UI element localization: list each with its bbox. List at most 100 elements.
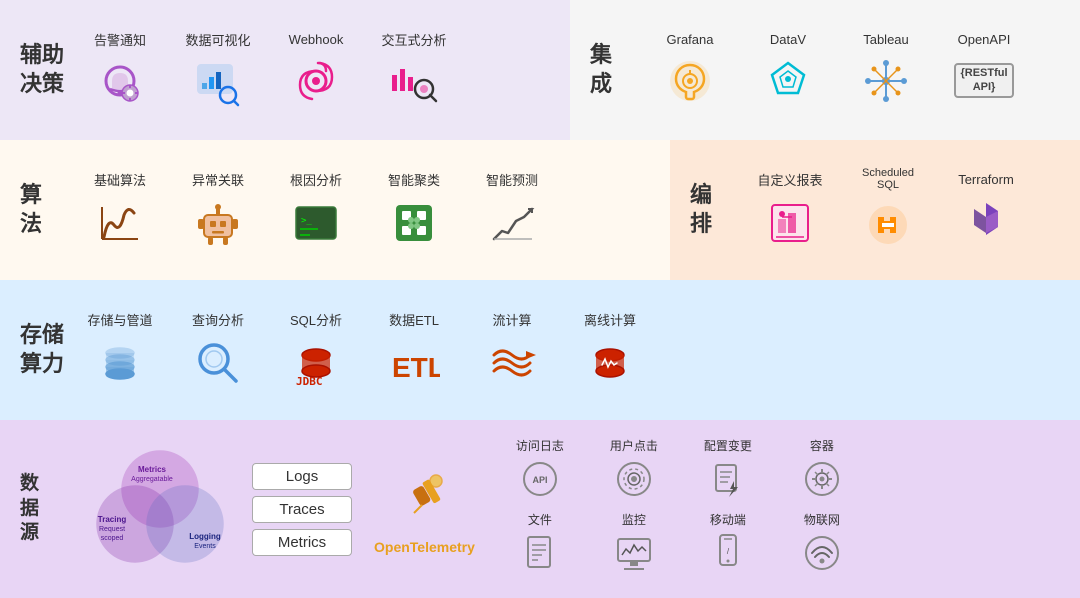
terraform-icon	[958, 193, 1014, 249]
offline-icon	[582, 335, 638, 391]
items-row-storage: 存储与管道 查询分析	[80, 310, 1060, 391]
item-tableau: Tableau	[846, 32, 926, 109]
section-title-integration: 集成	[590, 41, 640, 98]
terminal-icon: >_	[288, 195, 344, 251]
item-label-grafana: Grafana	[667, 32, 714, 47]
item-base-algo: 基础算法	[80, 170, 160, 251]
item-query-analysis: 查询分析	[178, 310, 258, 391]
item-label-stream-compute: 流计算	[492, 310, 531, 329]
mobile-icon: /	[706, 531, 750, 575]
item-label-alarm: 告警通知	[94, 30, 146, 49]
section-title-auxiliary: 辅助决策	[20, 41, 70, 98]
scheduled-sql-icon	[860, 197, 916, 253]
storage-icon	[92, 335, 148, 391]
item-anomaly: 异常关联	[178, 170, 258, 251]
item-alarm: 告警通知	[80, 30, 160, 111]
item-storage-pipeline: 存储与管道	[80, 310, 160, 391]
item-sql-analysis: SQL分析 JDBC	[276, 310, 356, 391]
svg-text:>_: >_	[301, 216, 312, 226]
observability-boxes: Logs Traces Metrics	[252, 463, 352, 556]
svg-text:/: /	[727, 547, 730, 556]
otel-icon	[394, 463, 454, 535]
search-analysis-icon	[190, 335, 246, 391]
bell-gear-icon	[92, 55, 148, 111]
tableau-icon	[858, 53, 914, 109]
main-grid: 辅助决策 告警通知	[0, 0, 1080, 598]
traces-box: Traces	[252, 496, 352, 523]
ds-item-monitor: 监控	[589, 511, 679, 581]
item-label-custom-report: 自定义报表	[757, 170, 822, 189]
items-row-algorithm: 基础算法 异常关联	[80, 170, 650, 251]
svg-text:scoped: scoped	[101, 535, 124, 542]
svg-text:Metrics: Metrics	[138, 465, 167, 474]
item-label-base-algo: 基础算法	[94, 170, 146, 189]
file-icon	[518, 531, 562, 575]
item-data-etl: 数据ETL ETL	[374, 310, 454, 391]
monitor-icon	[612, 531, 656, 575]
webhook-icon	[288, 53, 344, 109]
opentelemetry-block: OpenTelemetry	[374, 463, 475, 555]
item-visualization: 数据可视化	[178, 30, 258, 111]
svg-text:Aggregatable: Aggregatable	[131, 476, 173, 483]
ds-item-mobile: 移动端 /	[683, 511, 773, 581]
item-label-datav: DataV	[770, 32, 806, 47]
svg-text:API: API	[532, 475, 547, 485]
row1: 辅助决策 告警通知	[0, 0, 1080, 140]
items-row-auxiliary: 告警通知	[80, 30, 550, 111]
item-label-tableau: Tableau	[863, 32, 909, 47]
item-prediction: 智能预测	[472, 170, 552, 251]
item-custom-report: 自定义报表	[750, 170, 830, 251]
item-webhook: Webhook	[276, 32, 356, 109]
item-label-query-analysis: 查询分析	[192, 310, 244, 329]
ds-label-user-click: 用户点击	[610, 437, 658, 454]
item-label-root-cause: 根因分析	[290, 170, 342, 189]
item-terraform: Terraform	[946, 172, 1026, 249]
svg-text:Logging: Logging	[189, 532, 221, 541]
datav-icon	[760, 53, 816, 109]
metrics-box: Metrics	[252, 529, 352, 556]
item-scheduled-sql: ScheduledSQL	[848, 167, 928, 253]
item-root-cause: 根因分析 >_	[276, 170, 356, 251]
robot-icon	[190, 195, 246, 251]
user-click-icon	[612, 457, 656, 501]
etl-icon: ETL	[386, 335, 442, 391]
svg-text:ETL: ETL	[392, 352, 440, 383]
section-datasource: 数据源 Metrics Aggregatable Tracing Request…	[0, 420, 1080, 598]
jdbc-icon: JDBC	[288, 335, 344, 391]
ds-item-iot: 物联网	[777, 511, 867, 581]
svg-text:Request: Request	[99, 526, 125, 533]
ds-item-user-click: 用户点击	[589, 437, 679, 507]
openapi-icon: {RESTfulAPI}	[956, 53, 1012, 109]
item-label-storage-pipeline: 存储与管道	[87, 310, 152, 329]
custom-report-icon	[762, 195, 818, 251]
analytics-search-icon	[386, 55, 442, 111]
item-label-webhook: Webhook	[289, 32, 344, 47]
items-row-integration: Grafana DataV	[650, 32, 1060, 109]
item-offline-compute: 离线计算	[570, 310, 650, 391]
section-integration: 集成 Grafana	[570, 0, 1080, 140]
svg-text:Tracing: Tracing	[98, 515, 127, 524]
item-label-anomaly: 异常关联	[192, 170, 244, 189]
iot-icon	[800, 531, 844, 575]
ds-label-iot: 物联网	[804, 511, 840, 528]
trend-icon	[484, 195, 540, 251]
container-icon	[800, 457, 844, 501]
item-cluster: 智能聚类	[374, 170, 454, 251]
item-openapi: OpenAPI {RESTfulAPI}	[944, 32, 1024, 109]
ds-label-access-log: 访问日志	[516, 437, 564, 454]
section-title-algorithm: 算法	[20, 181, 70, 238]
section-orchestration: 编排 自定义报表	[670, 140, 1080, 280]
item-stream-compute: 流计算	[472, 310, 552, 391]
item-label-visualization: 数据可视化	[185, 30, 250, 49]
item-label-offline-compute: 离线计算	[584, 310, 636, 329]
section-title-storage: 存储算力	[20, 321, 70, 378]
section-algorithm: 算法 基础算法 异常关联	[0, 140, 670, 280]
restful-box: {RESTfulAPI}	[954, 63, 1013, 97]
ds-label-monitor: 监控	[622, 511, 646, 528]
section-title-orchestration: 编排	[690, 181, 740, 238]
grafana-icon	[662, 53, 718, 109]
datasource-grid: 访问日志 API 用户点击	[495, 437, 867, 581]
item-datav: DataV	[748, 32, 828, 109]
item-label-terraform: Terraform	[958, 172, 1014, 187]
ds-item-file: 文件	[495, 511, 585, 581]
